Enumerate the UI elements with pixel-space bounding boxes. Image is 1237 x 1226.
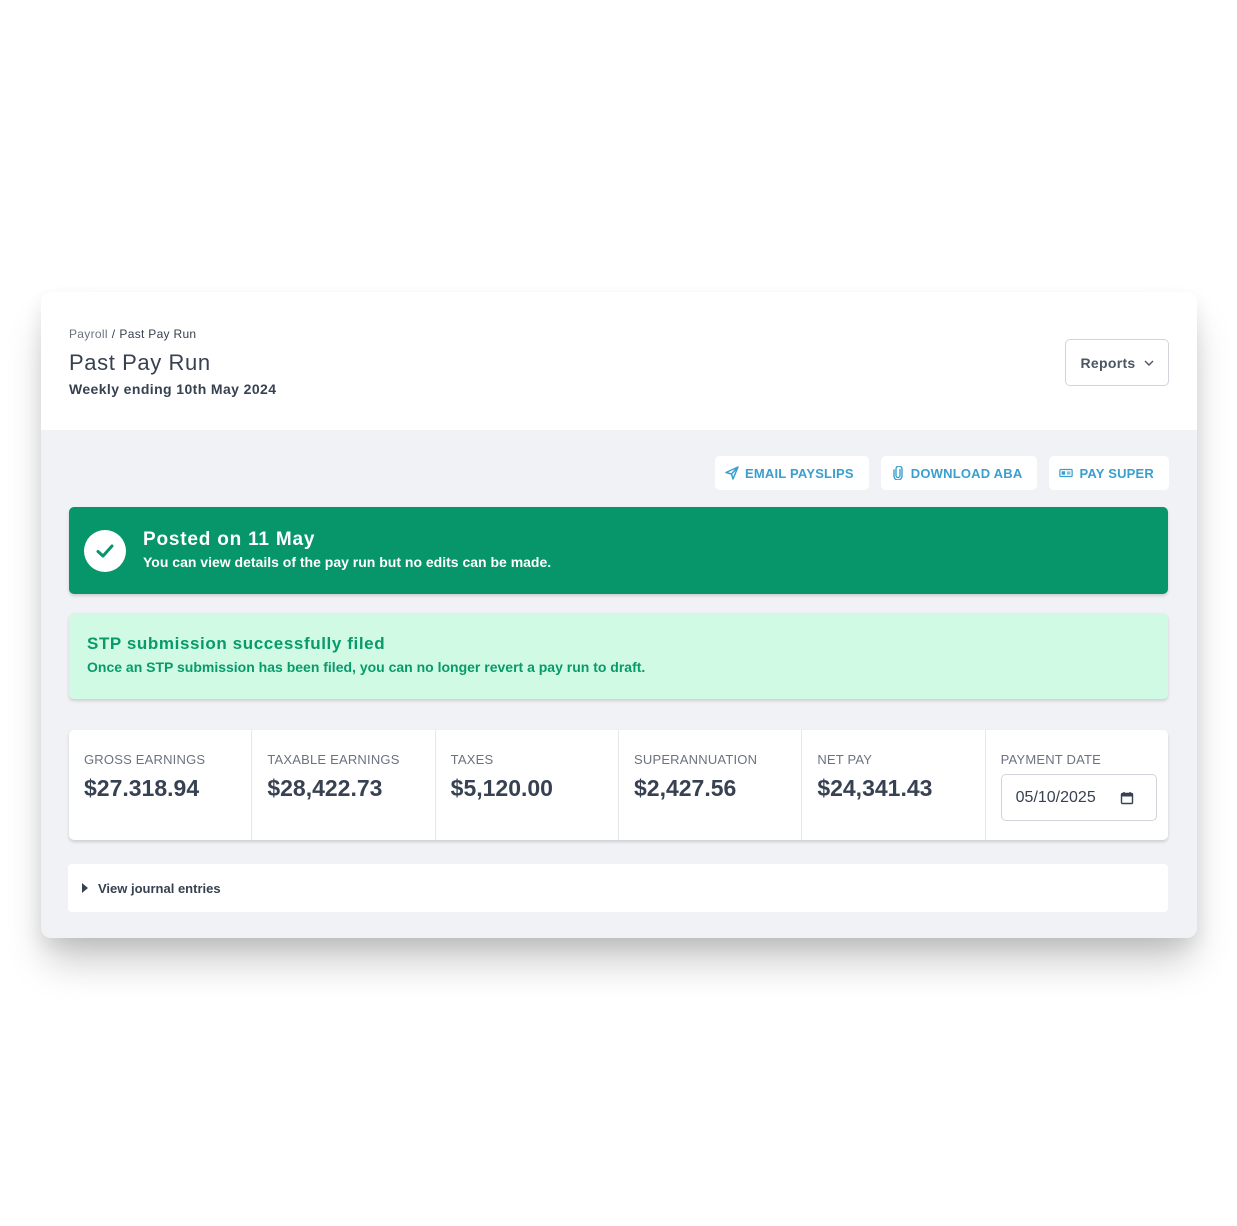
breadcrumb-payroll-link[interactable]: Payroll — [69, 327, 108, 341]
ticket-icon — [1059, 468, 1074, 478]
pay-run-card: Payroll / Past Pay Run Past Pay Run Weekly… — [41, 292, 1197, 938]
posted-title: Posted on 11 May — [143, 529, 316, 550]
pay-super-button[interactable]: PAY SUPER — [1049, 456, 1169, 490]
payment-date-input[interactable]: 05/10/2025 — [1000, 774, 1157, 821]
reports-label: Reports — [1080, 354, 1136, 371]
breadcrumb: Payroll / Past Pay Run — [69, 327, 196, 341]
reports-dropdown-button[interactable]: Reports — [1065, 339, 1169, 386]
download-aba-label: DOWNLOAD ABA — [910, 465, 1023, 481]
stat-value: $2,427.56 — [633, 775, 737, 801]
view-journal-entries-toggle[interactable]: View journal entries — [68, 864, 1168, 912]
stat-value: $24,341.43 — [817, 775, 933, 801]
pay-super-label: PAY SUPER — [1079, 465, 1154, 481]
stat-gross-earnings: GROSS EARNINGS $27.318.94 — [69, 730, 253, 840]
page-header: Payroll / Past Pay Run Past Pay Run Weekly… — [41, 292, 1197, 430]
stat-label: TAXABLE EARNINGS — [267, 752, 400, 767]
stat-superannuation: SUPERANNUATION $2,427.56 — [619, 730, 803, 840]
payment-date-value: 05/10/2025 — [1015, 788, 1096, 806]
stp-message: Once an STP submission has been filed, y… — [87, 659, 646, 675]
email-payslips-label: EMAIL PAYSLIPS — [745, 465, 854, 481]
email-payslips-button[interactable]: EMAIL PAYSLIPS — [715, 456, 869, 490]
journal-label: View journal entries — [98, 880, 221, 896]
stp-title: STP submission successfully filed — [87, 634, 386, 653]
chevron-down-icon — [1144, 360, 1153, 366]
stat-label: GROSS EARNINGS — [84, 752, 206, 767]
posted-message: You can view details of the pay run but … — [143, 554, 552, 570]
stat-label: NET PAY — [817, 752, 873, 767]
caret-right-icon — [82, 883, 88, 893]
stat-value: $5,120.00 — [450, 775, 553, 801]
page-title: Past Pay Run — [69, 350, 211, 375]
payment-date-label: PAYMENT DATE — [1000, 752, 1102, 767]
send-icon — [725, 466, 739, 480]
stat-payment-date: PAYMENT DATE 05/10/2025 — [986, 730, 1168, 840]
stat-label: SUPERANNUATION — [633, 752, 758, 767]
posted-banner: Posted on 11 May You can view details of… — [69, 507, 1168, 594]
stat-taxable-earnings: TAXABLE EARNINGS $28,422.73 — [252, 730, 436, 840]
breadcrumb-separator: / — [111, 327, 116, 341]
paperclip-icon — [893, 466, 903, 480]
page-subtitle: Weekly ending 10th May 2024 — [69, 381, 277, 397]
pay-run-summary: GROSS EARNINGS $27.318.94 TAXABLE EARNIN… — [69, 730, 1168, 840]
stat-net-pay: NET PAY $24,341.43 — [802, 730, 986, 840]
breadcrumb-current: Past Pay Run — [119, 327, 197, 341]
stat-label: TAXES — [450, 752, 494, 767]
calendar-icon[interactable] — [1120, 791, 1134, 805]
stat-value: $27.318.94 — [84, 775, 200, 801]
check-circle-icon — [84, 530, 126, 572]
stat-taxes: TAXES $5,120.00 — [436, 730, 619, 840]
action-toolbar: EMAIL PAYSLIPS DOWNLOAD ABA PAY SUPER — [715, 456, 1169, 490]
stp-banner: STP submission successfully filed Once a… — [69, 613, 1168, 699]
download-aba-button[interactable]: DOWNLOAD ABA — [880, 456, 1038, 490]
stat-value: $28,422.73 — [267, 775, 383, 801]
